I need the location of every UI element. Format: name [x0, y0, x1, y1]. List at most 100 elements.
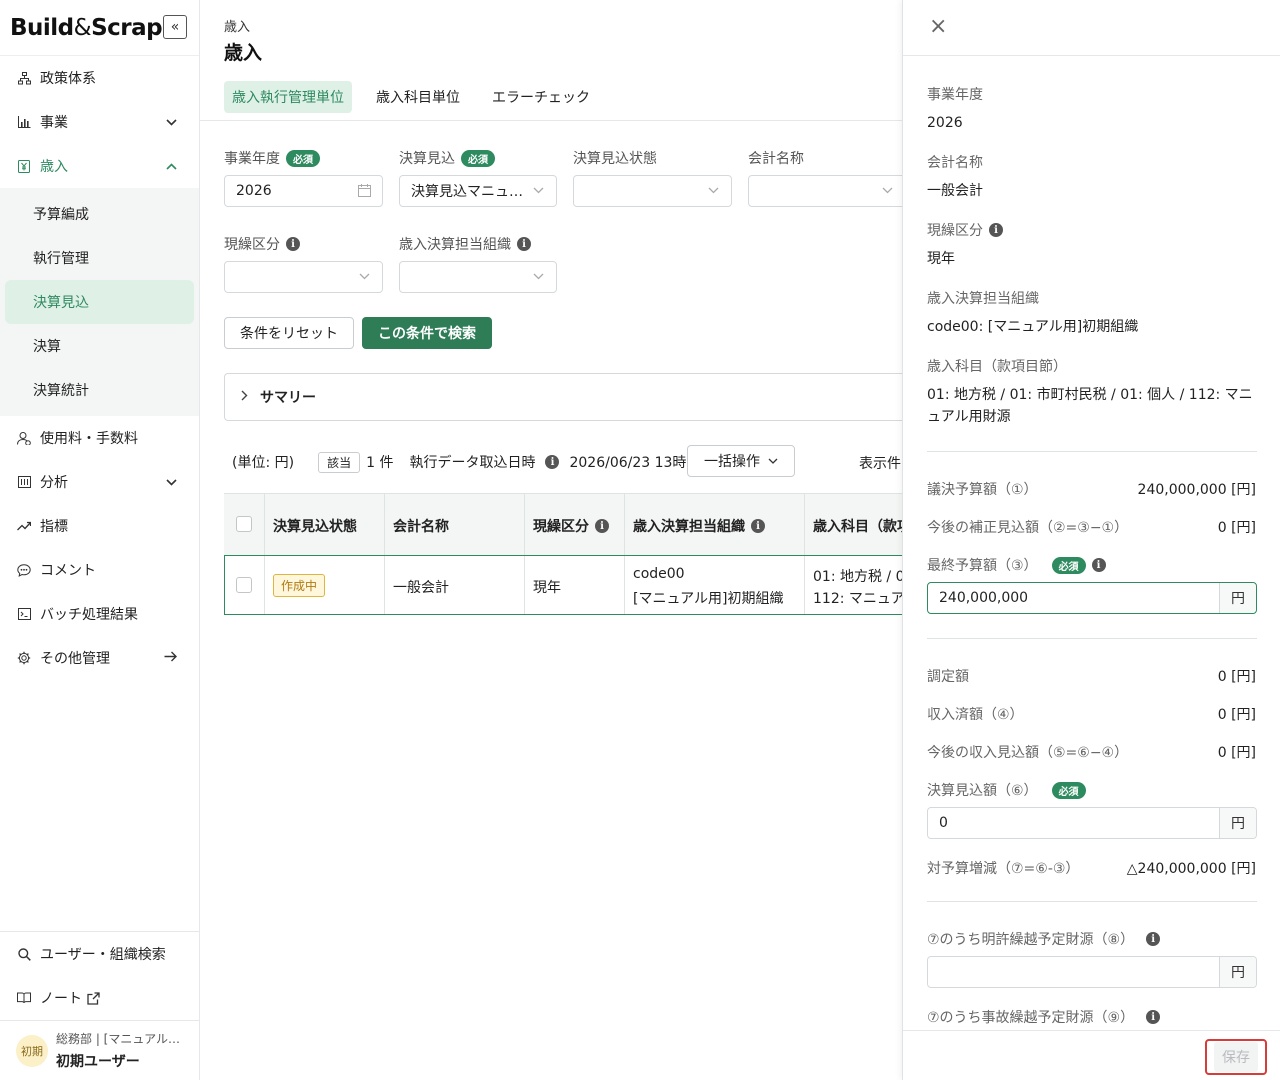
- user-fee-icon: [16, 431, 32, 445]
- col-header-cash[interactable]: 現繰区分 i: [533, 516, 609, 536]
- select-all-checkbox[interactable]: [236, 516, 252, 532]
- bulk-action-button[interactable]: 一括操作: [687, 445, 795, 477]
- gear-icon: [16, 651, 32, 665]
- account-select[interactable]: [748, 175, 906, 207]
- required-badge: 必須: [286, 149, 320, 167]
- panel-org: code00: [マニュアル用]初期組織: [927, 319, 1139, 335]
- tab-error-check[interactable]: エラーチェック: [484, 81, 598, 113]
- settlement-status-select[interactable]: [573, 175, 732, 207]
- main-nav-2: 使用料・手数料 分析 指標 コメント バッチ処理結果 その他管理: [0, 416, 199, 680]
- nav-item-comments[interactable]: コメント: [0, 548, 199, 592]
- close-icon[interactable]: ×: [929, 14, 947, 39]
- cell-subject-line2: 112: マニュア: [813, 591, 902, 607]
- import-label: 執行データ取込日時: [409, 455, 536, 471]
- nav-item-user-search[interactable]: ユーザー・組織検索: [0, 932, 199, 976]
- hierarchy-icon: [16, 71, 32, 85]
- chevron-down-icon: [882, 184, 893, 197]
- subnav-item-execution[interactable]: 執行管理: [5, 236, 194, 280]
- nav-item-admin[interactable]: その他管理: [0, 636, 199, 680]
- info-icon[interactable]: i: [1146, 932, 1161, 946]
- info-icon[interactable]: i: [545, 455, 560, 469]
- chevron-down-icon[interactable]: [166, 475, 177, 489]
- subnav-item-budgeting[interactable]: 予算編成: [5, 192, 194, 236]
- results-toolbar: (単位: 円) 該当 1 件 執行データ取込日時 i 2026/06/23 13…: [224, 446, 686, 478]
- info-icon[interactable]: i: [517, 237, 531, 251]
- cash-type-label: 現繰区分 i: [224, 234, 300, 254]
- future-correction-label: 今後の補正見込額（②=③−①）: [927, 520, 1129, 536]
- nav-item-batch[interactable]: バッチ処理結果: [0, 592, 199, 636]
- arrow-right-icon[interactable]: [164, 651, 177, 665]
- reset-button[interactable]: 条件をリセット: [224, 317, 354, 349]
- final-budget-input[interactable]: 240,000,000 円: [927, 582, 1257, 614]
- resolved-budget-label: 議決予算額（①）: [927, 482, 1038, 498]
- required-badge: 必須: [461, 149, 495, 167]
- fiscal-year-input[interactable]: 2026: [224, 175, 383, 207]
- org-label: 歳入決算担当組織 i: [399, 234, 531, 254]
- info-icon[interactable]: i: [989, 223, 1003, 237]
- nav-label: 使用料・手数料: [40, 431, 138, 447]
- settlement-status-label: 決算見込状態: [573, 151, 657, 167]
- nav-item-projects[interactable]: 事業: [0, 100, 199, 144]
- nav-item-fees[interactable]: 使用料・手数料: [0, 416, 199, 460]
- main-nav: 政策体系 事業 歳入: [0, 56, 199, 188]
- chevron-down-icon: [533, 184, 544, 197]
- settlement-amount-input[interactable]: 0 円: [927, 807, 1257, 839]
- chevron-up-icon[interactable]: [166, 159, 177, 173]
- subnav-item-settlement-stats[interactable]: 決算統計: [5, 368, 194, 412]
- breadcrumb[interactable]: 歳入: [224, 16, 250, 35]
- info-icon[interactable]: i: [751, 519, 765, 533]
- panel-fiscal-year-label: 事業年度: [927, 87, 983, 103]
- panel-account: 一般会計: [927, 183, 983, 199]
- sidebar: Build&Scrap « 政策体系 事業 歳入 予算編成 執行管理 決算見込 …: [0, 0, 200, 1080]
- chevron-down-icon: [533, 270, 544, 283]
- tab-bar: 歳入執行管理単位 歳入科目単位 エラーチェック: [224, 81, 606, 113]
- future-income-label: 今後の収入見込額（⑤=⑥−④）: [927, 745, 1129, 761]
- chevron-down-icon[interactable]: [166, 115, 177, 129]
- nav-item-revenue[interactable]: 歳入: [0, 144, 199, 188]
- nav-item-notes[interactable]: ノート: [0, 976, 199, 1020]
- collapse-sidebar-icon[interactable]: «: [163, 15, 187, 39]
- required-badge: 必須: [1051, 556, 1086, 574]
- nav-item-policy[interactable]: 政策体系: [0, 56, 199, 100]
- row-checkbox[interactable]: [236, 577, 252, 593]
- tab-subject-unit[interactable]: 歳入科目単位: [368, 81, 468, 113]
- app-logo[interactable]: Build&Scrap: [10, 15, 163, 41]
- chevron-down-icon: [768, 458, 778, 464]
- cash-type-select[interactable]: [224, 261, 383, 293]
- nav-label: ノート: [40, 991, 82, 1007]
- carryover-input[interactable]: 円: [927, 956, 1257, 988]
- fiscal-year-label: 事業年度 必須: [224, 148, 320, 168]
- panel-org-label: 歳入決算担当組織: [927, 291, 1039, 307]
- info-icon[interactable]: i: [595, 519, 609, 533]
- panel-header: ×: [903, 0, 1280, 56]
- page-title: 歳入: [224, 42, 263, 64]
- nav-label: 歳入: [40, 159, 68, 175]
- col-header-status[interactable]: 決算見込状態: [273, 516, 357, 536]
- nav-item-analysis[interactable]: 分析: [0, 460, 199, 504]
- panel-account-label: 会計名称: [927, 155, 983, 171]
- user-profile[interactable]: 初期 総務部 | [マニュアル… 初期ユーザー: [0, 1020, 199, 1080]
- search-button[interactable]: この条件で検索: [362, 317, 492, 349]
- col-header-subject[interactable]: 歳入科目（款項: [813, 516, 902, 536]
- cell-org-code: code00: [633, 566, 685, 582]
- col-header-account[interactable]: 会計名称: [393, 516, 449, 536]
- settlement-select[interactable]: 決算見込マニュ…: [399, 175, 557, 207]
- info-icon[interactable]: i: [286, 237, 300, 251]
- cell-org-name: [マニュアル用]初期組織: [633, 591, 784, 607]
- future-correction-value: 0 [円]: [1217, 520, 1256, 536]
- resolved-budget-value: 240,000,000 [円]: [1137, 482, 1256, 498]
- org-select[interactable]: [399, 261, 557, 293]
- terminal-icon: [16, 608, 32, 620]
- tab-execution-unit[interactable]: 歳入執行管理単位: [224, 81, 352, 113]
- user-name: 初期ユーザー: [56, 1054, 140, 1070]
- subnav-item-settlement[interactable]: 決算: [5, 324, 194, 368]
- info-icon[interactable]: i: [1146, 1010, 1161, 1024]
- calendar-icon: [358, 184, 371, 201]
- col-header-org[interactable]: 歳入決算担当組織 i: [633, 516, 765, 536]
- summary-accordion[interactable]: サマリー: [224, 373, 924, 421]
- save-button[interactable]: 保存: [1205, 1039, 1267, 1075]
- nav-item-indicators[interactable]: 指標: [0, 504, 199, 548]
- yen-unit: 円: [1219, 957, 1256, 987]
- subnav-item-settlement-forecast[interactable]: 決算見込: [5, 280, 194, 324]
- info-icon[interactable]: i: [1091, 558, 1106, 572]
